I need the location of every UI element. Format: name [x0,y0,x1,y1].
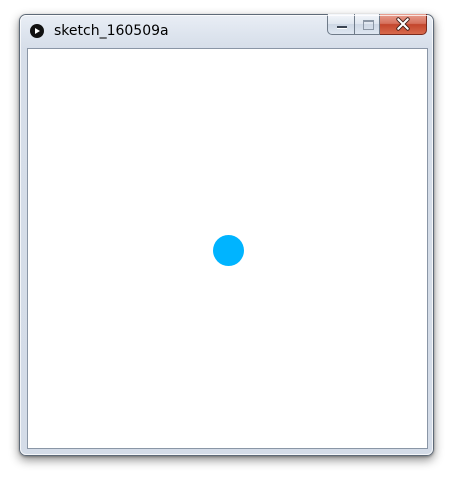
close-icon [396,17,410,31]
minimize-button[interactable] [327,14,354,35]
caption-buttons [327,14,427,36]
maximize-icon [363,20,374,30]
sketch-window: sketch_160509a [19,14,434,456]
blue-circle [213,235,244,266]
window-title: sketch_160509a [54,23,169,39]
close-button[interactable] [380,14,427,35]
title-bar[interactable]: sketch_160509a [20,14,433,48]
processing-play-icon [30,24,44,38]
sketch-canvas[interactable] [27,48,428,449]
minimize-icon [337,26,347,28]
maximize-button[interactable] [354,14,380,35]
